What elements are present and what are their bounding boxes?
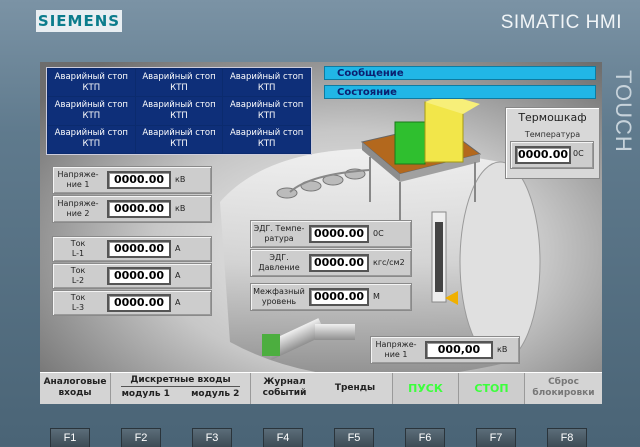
interphase-level-unit: М — [373, 292, 380, 301]
current-l3-panel: Ток L-3 0000.00 А — [52, 290, 212, 316]
edg-pressure-label: ЭДГ. Давление — [258, 253, 300, 272]
current-l3-unit: А — [175, 298, 181, 307]
emergency-stop-button[interactable]: Аварийный стоп КТП — [223, 97, 310, 125]
thermo-temp-value: 0000.00 — [515, 146, 571, 164]
current-l3-label: Ток L-3 — [70, 293, 86, 312]
edg-temperature-unit: 0С — [373, 229, 384, 238]
current-l1-value: 0000.00 — [107, 240, 171, 258]
emergency-stop-button[interactable]: Аварийный стоп КТП — [48, 69, 135, 97]
discrete-inputs-title: Дискретные входы — [121, 375, 240, 387]
thermo-temp-unit: 0С — [573, 149, 584, 158]
current-l2-unit: А — [175, 271, 181, 280]
bottom-voltage-label: Напряже-ние 1 — [375, 340, 417, 359]
discrete-inputs-group: Дискретные входы модуль 1 модуль 2 — [110, 373, 250, 404]
screen-nav-bar: Аналоговые входы Дискретные входы модуль … — [40, 372, 602, 404]
current-l2-panel: Ток L-2 0000.00 А — [52, 263, 212, 289]
emergency-stop-button[interactable]: Аварийный стоп КТП — [223, 125, 310, 153]
f6-key[interactable]: F6 — [405, 428, 445, 447]
emergency-stop-button[interactable]: Аварийный стоп КТП — [135, 69, 223, 97]
reset-lock-button[interactable]: Сброс блокировки — [524, 373, 602, 404]
voltage-1-label: Напряже-ние 1 — [57, 170, 99, 189]
current-l1-unit: А — [175, 244, 181, 253]
current-l2-value: 0000.00 — [107, 267, 171, 285]
bottom-voltage-value: 000,00 — [425, 341, 493, 359]
stop-button[interactable]: СТОП — [458, 373, 524, 404]
interphase-level-panel: Межфазный уровень 0000.00 М — [250, 283, 412, 311]
voltage-2-label: Напряже-ние 2 — [57, 199, 99, 218]
thermo-temp-field: 0000.00 0С — [510, 141, 594, 169]
state-bar[interactable]: Состояние — [324, 85, 596, 99]
emergency-stop-button[interactable]: Аварийный стоп КТП — [135, 97, 223, 125]
temperature-label: Температура — [524, 130, 581, 139]
f4-key[interactable]: F4 — [263, 428, 303, 447]
f3-key[interactable]: F3 — [192, 428, 232, 447]
event-journal-button[interactable]: Журнал событий — [250, 373, 318, 404]
module-1-button[interactable]: модуль 1 — [122, 389, 170, 400]
interphase-level-label: Межфазный уровень — [253, 287, 305, 306]
edg-temperature-label: ЭДГ. Темпе-ратура — [253, 224, 305, 243]
thermo-title: Термошкаф — [518, 111, 587, 124]
voltage-1-value: 0000.00 — [107, 171, 171, 189]
f2-key[interactable]: F2 — [121, 428, 161, 447]
analog-inputs-button[interactable]: Аналоговые входы — [40, 373, 110, 404]
emergency-stop-button[interactable]: Аварийный стоп КТП — [48, 125, 135, 153]
current-l3-value: 0000.00 — [107, 294, 171, 312]
emergency-stop-button[interactable]: Аварийный стоп КТП — [135, 125, 223, 153]
bottom-voltage-panel: Напряже-ние 1 000,00 кВ — [370, 336, 520, 364]
current-l1-panel: Ток L-1 0000.00 А — [52, 236, 212, 262]
emergency-stop-button[interactable]: Аварийный стоп КТП — [223, 69, 310, 97]
f8-key[interactable]: F8 — [547, 428, 587, 447]
edg-temperature-panel: ЭДГ. Темпе-ратура 0000.00 0С — [250, 220, 412, 248]
current-l2-label: Ток L-2 — [70, 266, 86, 285]
edg-pressure-panel: ЭДГ. Давление 0000.00 кгс/см2 — [250, 249, 412, 277]
voltage-1-panel: Напряже-ние 1 0000.00 кВ — [52, 166, 212, 194]
voltage-2-panel: Напряже-ние 2 0000.00 кВ — [52, 195, 212, 223]
hmi-screen: Аварийный стоп КТП Аварийный стоп КТП Авар… — [40, 62, 602, 404]
edg-temperature-value: 0000.00 — [309, 225, 369, 243]
thermo-cabinet-panel: Термошкаф Температура 0000.00 0С — [505, 107, 600, 179]
edg-pressure-value: 0000.00 — [309, 254, 369, 272]
bottom-voltage-unit: кВ — [497, 345, 508, 354]
simatic-hmi-label: SIMATIC HMI — [500, 12, 622, 33]
voltage-2-unit: кВ — [175, 204, 186, 213]
start-button[interactable]: ПУСК — [392, 373, 458, 404]
touch-label: TOUCH — [611, 70, 636, 153]
module-2-button[interactable]: модуль 2 — [191, 389, 239, 400]
voltage-1-unit: кВ — [175, 175, 186, 184]
f1-key[interactable]: F1 — [50, 428, 90, 447]
interphase-level-value: 0000.00 — [309, 288, 369, 306]
emergency-stop-button[interactable]: Аварийный стоп КТП — [48, 97, 135, 125]
siemens-logo: SIEMENS — [36, 10, 122, 32]
voltage-2-value: 0000.00 — [107, 200, 171, 218]
current-l1-label: Ток L-1 — [70, 239, 86, 258]
f5-key[interactable]: F5 — [334, 428, 374, 447]
emergency-stop-grid: Аварийный стоп КТП Аварийный стоп КТП Авар… — [46, 67, 312, 155]
message-bar[interactable]: Сообщение — [324, 66, 596, 80]
f7-key[interactable]: F7 — [476, 428, 516, 447]
edg-pressure-unit: кгс/см2 — [373, 258, 405, 267]
trends-button[interactable]: Тренды — [318, 373, 392, 404]
